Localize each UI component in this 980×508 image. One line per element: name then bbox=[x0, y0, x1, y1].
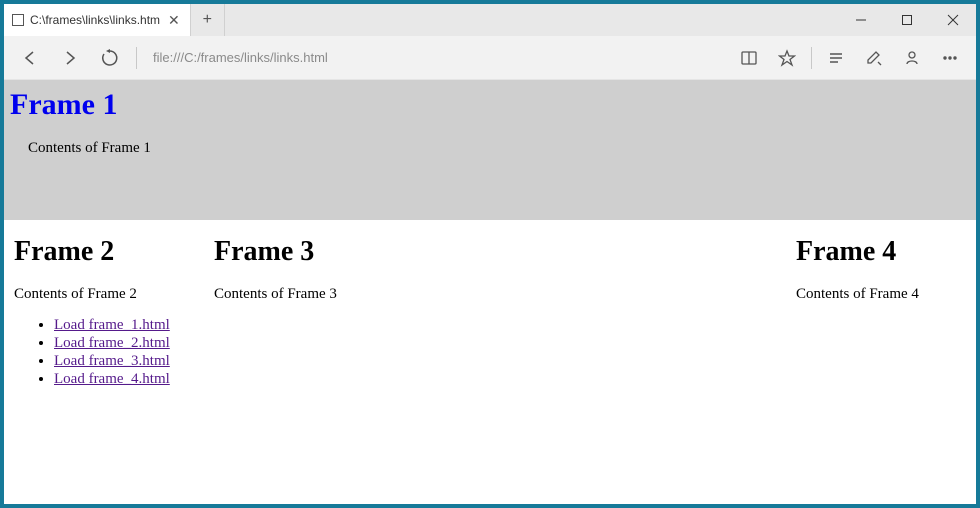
tab-title: C:\frames\links\links.htm bbox=[30, 13, 160, 27]
titlebar: C:\frames\links\links.htm ✕ + bbox=[4, 4, 976, 36]
share-button[interactable] bbox=[894, 40, 930, 76]
new-tab-button[interactable]: + bbox=[191, 4, 225, 36]
forward-button[interactable] bbox=[52, 40, 88, 76]
browser-tab[interactable]: C:\frames\links\links.htm ✕ bbox=[4, 4, 191, 36]
maximize-button[interactable] bbox=[884, 4, 930, 36]
frame-4-body: Contents of Frame 4 bbox=[796, 286, 966, 303]
webnote-button[interactable] bbox=[856, 40, 892, 76]
frame-link[interactable]: Load frame_1.html bbox=[54, 317, 170, 333]
frame-2-body: Contents of Frame 2 bbox=[14, 286, 194, 303]
frame-1-body: Contents of Frame 1 bbox=[10, 140, 968, 157]
frame-link[interactable]: Load frame_3.html bbox=[54, 353, 170, 369]
list-item: Load frame_3.html bbox=[54, 353, 194, 370]
frame-3-heading: Frame 3 bbox=[214, 236, 776, 268]
favorites-button[interactable] bbox=[769, 40, 805, 76]
address-text: file:///C:/frames/links/links.html bbox=[153, 50, 328, 65]
frame-4-heading: Frame 4 bbox=[796, 236, 966, 268]
frame-4: Frame 4 Contents of Frame 4 bbox=[786, 220, 976, 504]
toolbar-right bbox=[731, 40, 968, 76]
frame-3-body: Contents of Frame 3 bbox=[214, 286, 776, 303]
frame-link[interactable]: Load frame_2.html bbox=[54, 335, 170, 351]
frameset: Frame 1 Contents of Frame 1 Frame 2 Cont… bbox=[4, 80, 976, 504]
hub-button[interactable] bbox=[818, 40, 854, 76]
minimize-button[interactable] bbox=[838, 4, 884, 36]
frame-3: Frame 3 Contents of Frame 3 bbox=[204, 220, 786, 504]
list-item: Load frame_2.html bbox=[54, 335, 194, 352]
tab-close-button[interactable]: ✕ bbox=[166, 13, 182, 27]
toolbar-separator-2 bbox=[811, 47, 812, 69]
reading-view-button[interactable] bbox=[731, 40, 767, 76]
back-button[interactable] bbox=[12, 40, 48, 76]
refresh-button[interactable] bbox=[92, 40, 128, 76]
page-icon bbox=[12, 14, 24, 26]
frame-link[interactable]: Load frame_4.html bbox=[54, 371, 170, 387]
browser-window: C:\frames\links\links.htm ✕ + bbox=[0, 0, 980, 508]
frame-2-heading: Frame 2 bbox=[14, 236, 194, 268]
toolbar: file:///C:/frames/links/links.html bbox=[4, 36, 976, 80]
close-window-button[interactable] bbox=[930, 4, 976, 36]
frame-1-heading: Frame 1 bbox=[10, 88, 968, 122]
window-controls bbox=[838, 4, 976, 36]
frame-1: Frame 1 Contents of Frame 1 bbox=[4, 80, 976, 220]
frame-2: Frame 2 Contents of Frame 2 Load frame_1… bbox=[4, 220, 204, 504]
list-item: Load frame_4.html bbox=[54, 371, 194, 388]
toolbar-separator bbox=[136, 47, 137, 69]
list-item: Load frame_1.html bbox=[54, 317, 194, 334]
more-button[interactable] bbox=[932, 40, 968, 76]
address-bar[interactable]: file:///C:/frames/links/links.html bbox=[145, 44, 727, 72]
frame-2-link-list: Load frame_1.html Load frame_2.html Load… bbox=[14, 317, 194, 388]
tabstrip-space bbox=[225, 4, 838, 36]
